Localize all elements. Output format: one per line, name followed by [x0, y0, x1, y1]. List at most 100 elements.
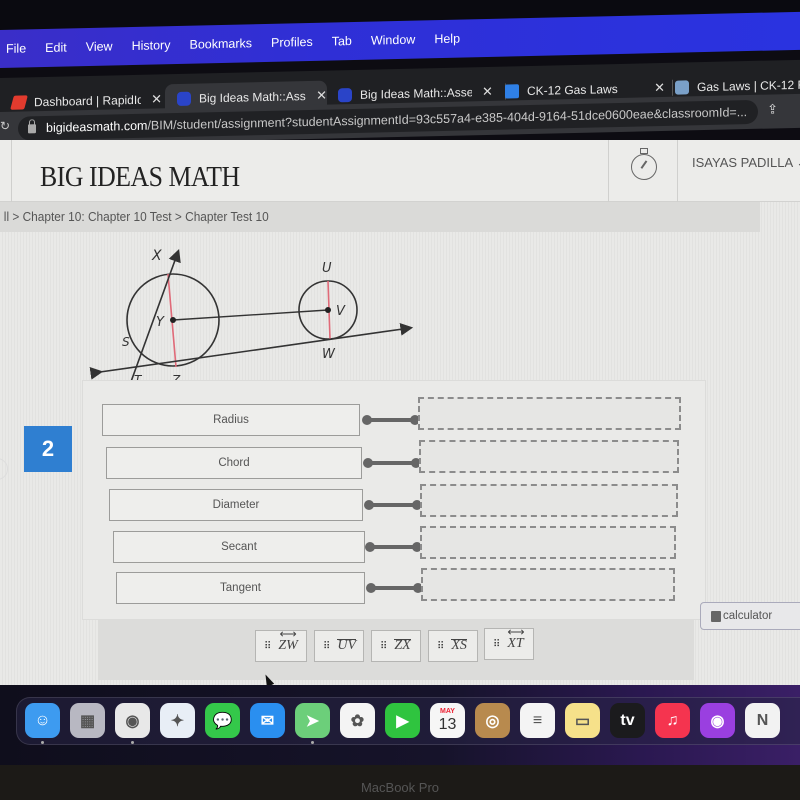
drag-handle-icon: ⠿ [437, 640, 444, 652]
dock-podcasts-icon[interactable]: ◉ [700, 703, 735, 738]
drop-zone-chord[interactable] [419, 440, 679, 473]
big-ideas-math-logo[interactable]: BIG IDEAS MATH [40, 162, 240, 194]
url-path: /BIM/student/assignment?studentAssignmen… [147, 105, 748, 133]
dock-photos-icon[interactable]: ✿ [340, 703, 375, 738]
dock-apple-tv-icon[interactable]: tv [610, 703, 645, 738]
chip-label: ZX [394, 638, 412, 653]
dock-launchpad-icon[interactable]: ▦ [70, 703, 105, 738]
tab-separator [672, 79, 673, 96]
running-indicator [41, 741, 44, 744]
menu-view[interactable]: View [86, 39, 113, 54]
web-page: BIG IDEAS MATH ISAYAS PADILLA ⌄ ll > Cha… [0, 140, 800, 688]
dock-music-icon[interactable]: ♫ [655, 703, 690, 738]
menu-window[interactable]: Window [371, 33, 415, 48]
circle-button[interactable] [0, 458, 8, 480]
connector [366, 583, 423, 593]
close-tab-icon[interactable]: ✕ [316, 88, 327, 104]
label-x: X [151, 248, 162, 264]
connector [365, 542, 422, 552]
chip-label: XS [451, 638, 467, 653]
menu-help[interactable]: Help [434, 32, 460, 47]
label-y: Y [156, 315, 165, 330]
share-icon[interactable]: ⇪ [767, 101, 778, 117]
answer-chip-xs[interactable]: ⠿ XS [428, 630, 478, 662]
connector [363, 458, 421, 468]
dock-maps-icon[interactable]: ➤ [295, 703, 330, 738]
device-label: MacBook Pro [360, 780, 440, 795]
drag-handle-icon: ⠿ [264, 640, 271, 652]
menu-tab[interactable]: Tab [332, 34, 352, 48]
term-label: Radius [213, 414, 249, 426]
site-header: BIG IDEAS MATH ISAYAS PADILLA ⌄ [0, 140, 800, 202]
label-v: V [336, 304, 346, 319]
term-chord: Chord [106, 447, 362, 479]
menu-edit[interactable]: Edit [45, 40, 67, 54]
lock-icon [28, 123, 36, 133]
tab-title: Big Ideas Math::Assess [199, 89, 307, 106]
menu-profiles[interactable]: Profiles [271, 35, 313, 50]
close-tab-icon[interactable]: ✕ [151, 91, 162, 107]
chip-label: XT [507, 625, 524, 652]
calculator-label: calculator [723, 610, 773, 622]
menu-bookmarks[interactable]: Bookmarks [189, 36, 252, 51]
point-v [325, 307, 331, 313]
ck12-classroom-icon [505, 84, 519, 99]
drop-zone-secant[interactable] [420, 526, 676, 559]
running-indicator [131, 741, 134, 744]
term-label: Secant [221, 541, 257, 553]
calculator-button[interactable]: calculator [700, 602, 800, 630]
user-name: ISAYAS PADILLA [692, 155, 793, 170]
connector [362, 415, 420, 425]
drag-handle-icon: ⠿ [380, 640, 387, 652]
drop-zone-radius[interactable] [418, 397, 681, 430]
user-menu[interactable]: ISAYAS PADILLA ⌄ [692, 155, 800, 171]
dock-notes-icon[interactable]: ▭ [565, 703, 600, 738]
menu-file[interactable]: File [6, 41, 26, 55]
close-tab-icon[interactable]: ✕ [654, 80, 665, 96]
dock-calendar-icon[interactable]: MAY 13 [430, 703, 465, 738]
term-label: Tangent [220, 582, 261, 594]
dock-messages-icon[interactable]: 💬 [205, 703, 240, 738]
term-diameter: Diameter [109, 489, 363, 521]
term-label: Diameter [212, 499, 260, 511]
term-secant: Secant [113, 531, 365, 563]
answer-chip-uv[interactable]: ⠿ UV [314, 630, 364, 662]
dock-chrome-icon[interactable]: ◉ [115, 703, 150, 738]
answer-chip-zx[interactable]: ⠿ ZX [371, 630, 421, 662]
segment-yv [172, 309, 329, 321]
answer-chip-xt[interactable]: ⠿ XT [484, 625, 534, 660]
big-ideas-b-icon [338, 88, 352, 103]
dock-facetime-icon[interactable]: ▶ [385, 703, 420, 738]
calendar-day: 13 [438, 715, 457, 733]
calculator-icon [711, 610, 721, 622]
close-tab-icon[interactable]: ✕ [482, 84, 493, 100]
label-u: U [322, 261, 332, 276]
macos-dock: ☺ ▦ ◉ ✦ 💬 ✉ ➤ ✿ ▶ MAY 13 ◎ ≡ ▭ tv ♫ ◉ N [16, 697, 800, 745]
dock-news-icon[interactable]: N [745, 703, 780, 738]
answer-tray: ⠿ ZW ⠿ UV ⠿ ZX ⠿ XS ⠿ XT [98, 620, 694, 680]
reload-icon[interactable]: ↻ [0, 119, 10, 133]
point-y [170, 317, 176, 323]
term-tangent: Tangent [116, 572, 365, 604]
rapididentity-icon [10, 95, 28, 110]
drop-zone-tangent[interactable] [421, 568, 675, 601]
stopwatch-icon [631, 148, 657, 180]
question-number-badge: 2 [24, 426, 72, 472]
chevron-down-icon: ⌄ [796, 155, 800, 170]
label-w: W [322, 347, 336, 362]
dock-reminders-icon[interactable]: ≡ [520, 703, 555, 738]
big-ideas-b-icon [177, 91, 191, 106]
calendar-month: MAY [440, 707, 455, 715]
answer-chip-zw[interactable]: ⠿ ZW [255, 627, 307, 662]
dock-safari-icon[interactable]: ✦ [160, 703, 195, 738]
timer-button[interactable] [608, 140, 678, 202]
running-indicator [311, 741, 314, 744]
dock-contacts-icon[interactable]: ◎ [475, 703, 510, 738]
menu-toggle[interactable] [0, 140, 12, 202]
dock-finder-icon[interactable]: ☺ [25, 703, 60, 738]
breadcrumb[interactable]: ll > Chapter 10: Chapter 10 Test > Chapt… [0, 202, 760, 232]
menu-history[interactable]: History [132, 38, 171, 53]
dock-mail-icon[interactable]: ✉ [250, 703, 285, 738]
circle-geometry-figure: X Y S T Z U V W [89, 248, 414, 390]
drop-zone-diameter[interactable] [420, 484, 678, 517]
